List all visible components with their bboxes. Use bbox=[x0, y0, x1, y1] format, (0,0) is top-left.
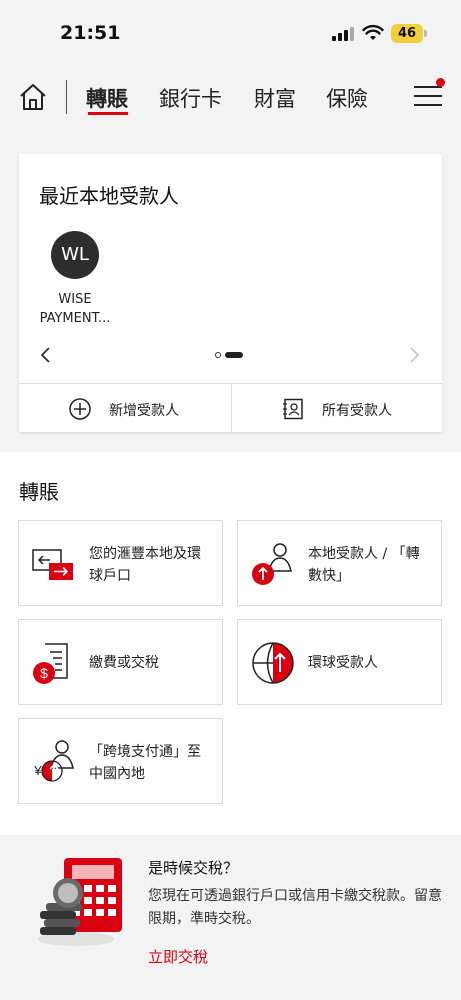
tab-cards[interactable]: 銀行卡 bbox=[159, 83, 222, 113]
main-nav: 轉賬 銀行卡 財富 保險 bbox=[0, 62, 461, 130]
tile-label: 您的滙豐本地及環球戶口 bbox=[89, 546, 201, 584]
bill-payment-tile[interactable]: $ 繳費或交稅 bbox=[18, 619, 223, 705]
local-payee-icon bbox=[252, 543, 292, 585]
carousel-dot bbox=[215, 352, 221, 358]
signal-icon bbox=[332, 27, 354, 41]
tile-label: 環球受款人 bbox=[308, 655, 378, 671]
global-payee-icon bbox=[252, 642, 294, 684]
status-time: 21:51 bbox=[60, 22, 121, 44]
local-payee-tile[interactable]: 本地受款人 / 「轉數快」 bbox=[237, 520, 442, 606]
chevron-right-icon[interactable] bbox=[407, 346, 421, 364]
promo-title: 是時候交稅？ bbox=[148, 859, 239, 877]
tax-promo-banner: 是時候交稅？ 您現在可透過銀行戶口或信用卡繳交稅款。留意限期，準時交稅。 立即交… bbox=[0, 835, 461, 1000]
tile-label: 「跨境支付通」至中國內地 bbox=[89, 744, 201, 782]
recent-payees-card: 最近本地受款人 WL WISE PAYMENT... 新增受款人 所有受款人 bbox=[19, 154, 442, 433]
nav-divider bbox=[66, 80, 67, 114]
global-payee-tile[interactable]: 環球受款人 bbox=[237, 619, 442, 705]
wifi-icon bbox=[362, 24, 384, 40]
all-payees-label: 所有受款人 bbox=[322, 403, 392, 419]
payee-avatar[interactable]: WL bbox=[51, 231, 99, 279]
carousel-dots bbox=[215, 351, 249, 359]
active-tab-indicator bbox=[88, 112, 128, 115]
promo-text: 您現在可透過銀行戶口或信用卡繳交稅款。留意限期，準時交稅。 bbox=[148, 888, 442, 927]
tab-insurance[interactable]: 保險 bbox=[326, 83, 368, 113]
carousel-dot-active bbox=[225, 352, 243, 358]
calculator-coins-illustration bbox=[38, 858, 122, 946]
chevron-left-icon[interactable] bbox=[39, 346, 53, 364]
add-payee-button[interactable]: 新增受款人 bbox=[19, 384, 230, 433]
pay-tax-now-link[interactable]: 立即交稅 bbox=[148, 946, 208, 967]
cross-boundary-payment-tile[interactable]: ¥ 「跨境支付通」至中國內地 bbox=[18, 718, 223, 804]
svg-text:$: $ bbox=[40, 665, 48, 681]
battery-tip bbox=[424, 30, 427, 37]
tile-label: 本地受款人 / 「轉數快」 bbox=[308, 546, 420, 584]
tile-label: 繳費或交稅 bbox=[89, 655, 159, 671]
tab-wealth[interactable]: 財富 bbox=[254, 83, 296, 113]
svg-text:¥: ¥ bbox=[33, 763, 42, 778]
tab-transfer[interactable]: 轉賬 bbox=[86, 83, 128, 113]
card-actions: 新增受款人 所有受款人 bbox=[19, 383, 442, 433]
own-account-transfer-tile[interactable]: 您的滙豐本地及環球戶口 bbox=[18, 520, 223, 606]
all-payees-button[interactable]: 所有受款人 bbox=[231, 384, 442, 433]
plus-circle-icon bbox=[69, 398, 91, 420]
cross-boundary-payment-icon: ¥ bbox=[33, 740, 74, 782]
contacts-book-icon bbox=[283, 398, 303, 420]
home-icon[interactable] bbox=[18, 82, 48, 112]
status-bar: 21:51 46 bbox=[0, 0, 461, 62]
own-account-transfer-icon bbox=[32, 549, 73, 580]
bill-payment-icon: $ bbox=[33, 643, 68, 684]
payee-name[interactable]: WISE PAYMENT... bbox=[29, 290, 121, 328]
notification-dot bbox=[436, 78, 445, 87]
add-payee-label: 新增受款人 bbox=[109, 403, 179, 419]
recent-payees-title: 最近本地受款人 bbox=[39, 184, 179, 208]
battery-icon: 46 bbox=[391, 24, 423, 43]
transfer-section-title: 轉賬 bbox=[19, 480, 59, 504]
